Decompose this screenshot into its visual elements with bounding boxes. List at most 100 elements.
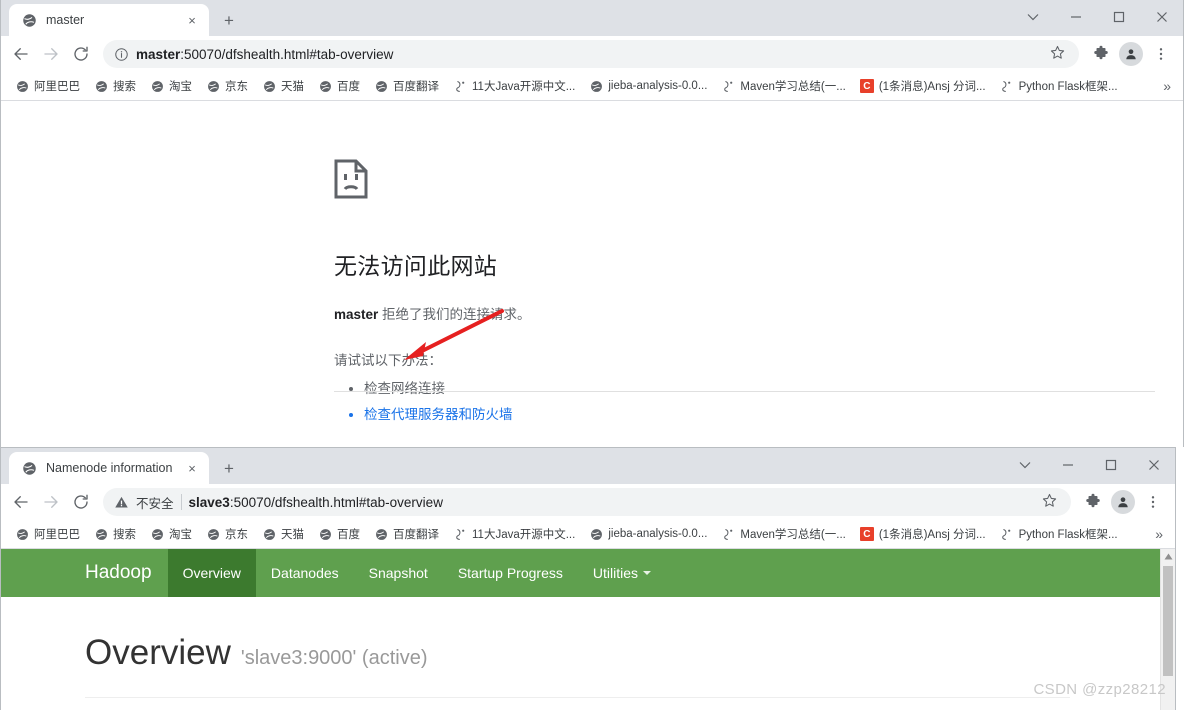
error-subtitle-rest: 拒绝了我们的连接请求。 — [378, 307, 531, 322]
bookmark-label: 京东 — [225, 529, 248, 541]
bookmark-item[interactable]: 百度 — [312, 523, 366, 545]
window1-address-bar[interactable]: master:50070/dfshealth.html#tab-overview — [103, 40, 1079, 68]
bookmark-label: 搜索 — [113, 81, 136, 93]
close-icon[interactable]: × — [183, 459, 201, 477]
overview-content: Overview 'slave3:9000' (active) — [1, 599, 1160, 710]
url-host: master — [136, 46, 181, 62]
window1-bookmarks-bar: 阿里巴巴 搜索 淘宝 京东 天猫 百度 百度翻译 11大Java开源中文... … — [1, 72, 1183, 101]
bookmark-item[interactable]: Maven学习总结(一... — [715, 75, 851, 97]
reload-icon[interactable] — [67, 40, 95, 68]
info-circle-icon[interactable] — [113, 46, 129, 62]
browser-window-master: master × + master:50070/dfshealth.html#t… — [0, 0, 1184, 447]
close-icon[interactable]: × — [183, 11, 201, 29]
reload-icon[interactable] — [67, 488, 95, 516]
error-title: 无法访问此网站 — [334, 253, 498, 279]
bookmark-item[interactable]: 百度 — [312, 75, 366, 97]
url-rest: :50070/dfshealth.html#tab-overview — [229, 494, 443, 510]
bookmark-item[interactable]: 天猫 — [256, 75, 310, 97]
new-tab-button[interactable]: + — [215, 454, 243, 482]
bookmark-label: 搜索 — [113, 529, 136, 541]
nav-label: Datanodes — [270, 565, 339, 581]
forward-arrow-icon[interactable] — [37, 40, 65, 68]
bookmark-item[interactable]: 淘宝 — [144, 523, 198, 545]
scrollbar-thumb[interactable] — [1163, 566, 1173, 676]
scroll-up-arrow-icon[interactable] — [1161, 549, 1175, 564]
window2-address-bar[interactable]: 不安全 slave3:50070/dfshealth.html#tab-over… — [103, 488, 1071, 516]
nav-item-startup-progress[interactable]: Startup Progress — [443, 549, 578, 597]
bookmark-item[interactable]: 淘宝 — [144, 75, 198, 97]
maximize-icon[interactable] — [1097, 0, 1140, 34]
nav-item-overview[interactable]: Overview — [167, 549, 256, 597]
bookmark-item[interactable]: 京东 — [200, 75, 254, 97]
puzzle-icon[interactable] — [1087, 40, 1115, 68]
window2-tab-namenode[interactable]: Namenode information × — [9, 452, 209, 484]
bookmark-item[interactable]: C (1条消息)Ansj 分词... — [854, 75, 992, 97]
bookmark-item[interactable]: 阿里巴巴 — [9, 75, 86, 97]
window1-titlebar[interactable]: master × + — [1, 0, 1183, 36]
bookmark-label: 百度翻译 — [393, 529, 439, 541]
error-page: 无法访问此网站 master 拒绝了我们的连接请求。 请试试以下办法： 检查网络… — [334, 159, 854, 447]
window1-page-content: 无法访问此网站 master 拒绝了我们的连接请求。 请试试以下办法： 检查网络… — [1, 101, 1183, 447]
three-dot-menu-icon[interactable] — [1147, 40, 1175, 68]
globe-icon — [262, 79, 276, 93]
bookmarks-overflow-button[interactable]: » — [1149, 524, 1169, 544]
three-dot-menu-icon[interactable] — [1139, 488, 1167, 516]
window2-titlebar[interactable]: Namenode information × + — [1, 448, 1175, 484]
close-icon[interactable] — [1140, 0, 1183, 34]
bookmark-item[interactable]: jieba-analysis-0.0... — [583, 76, 713, 96]
warning-triangle-icon[interactable] — [113, 494, 129, 510]
bookmark-label: 淘宝 — [169, 529, 192, 541]
window1-controls — [1011, 0, 1183, 34]
puzzle-icon[interactable] — [1079, 488, 1107, 516]
star-icon[interactable] — [1049, 44, 1067, 64]
page-title: Overview 'slave3:9000' (active) — [85, 633, 1160, 673]
globe-icon — [374, 527, 388, 541]
security-label: 不安全 — [136, 496, 174, 511]
bookmark-label: 京东 — [225, 81, 248, 93]
profile-avatar-icon[interactable] — [1117, 40, 1145, 68]
url-host: slave3 — [188, 494, 230, 510]
maximize-icon[interactable] — [1089, 448, 1132, 482]
new-tab-button[interactable]: + — [215, 6, 243, 34]
bookmark-item[interactable]: Python Flask框架... — [994, 523, 1124, 545]
globe-icon — [15, 527, 29, 541]
bookmark-item[interactable]: 天猫 — [256, 523, 310, 545]
nav-label: Overview — [182, 565, 241, 581]
nav-item-datanodes[interactable]: Datanodes — [256, 549, 354, 597]
nav-item-utilities[interactable]: Utilities — [578, 549, 666, 597]
omnibox-separator — [180, 494, 182, 510]
profile-avatar-icon[interactable] — [1109, 488, 1137, 516]
bookmark-doc-icon — [721, 527, 735, 541]
chevron-down-icon[interactable] — [1011, 0, 1054, 34]
back-arrow-icon[interactable] — [7, 40, 35, 68]
bookmark-item[interactable]: 百度翻译 — [368, 523, 445, 545]
bookmark-item[interactable]: 搜索 — [88, 75, 142, 97]
bookmark-item[interactable]: 11大Java开源中文... — [447, 523, 581, 545]
bookmark-item[interactable]: 百度翻译 — [368, 75, 445, 97]
bookmark-item[interactable]: jieba-analysis-0.0... — [583, 524, 713, 544]
bookmark-item[interactable]: 搜索 — [88, 523, 142, 545]
hadoop-brand[interactable]: Hadoop — [85, 549, 168, 597]
csdn-watermark: CSDN @zzp28212 — [1033, 681, 1166, 698]
back-arrow-icon[interactable] — [7, 488, 35, 516]
minimize-icon[interactable] — [1046, 448, 1089, 482]
window1-url-text: master:50070/dfshealth.html#tab-overview — [136, 47, 1042, 62]
bookmark-item[interactable]: 京东 — [200, 523, 254, 545]
bookmark-item[interactable]: Maven学习总结(一... — [715, 523, 851, 545]
hadoop-navbar: Hadoop Overview Datanodes Snapshot Start… — [1, 549, 1160, 597]
chevron-down-icon[interactable] — [1003, 448, 1046, 482]
browser-window-namenode: Namenode information × + 不安全 slave3:5007… — [0, 447, 1176, 710]
bookmark-item[interactable]: 11大Java开源中文... — [447, 75, 581, 97]
star-icon[interactable] — [1041, 492, 1059, 512]
bookmark-item[interactable]: Python Flask框架... — [994, 75, 1124, 97]
window1-tab-master[interactable]: master × — [9, 4, 209, 36]
close-icon[interactable] — [1132, 448, 1175, 482]
bookmark-item[interactable]: 阿里巴巴 — [9, 523, 86, 545]
bookmarks-overflow-button[interactable]: » — [1157, 76, 1177, 96]
minimize-icon[interactable] — [1054, 0, 1097, 34]
window2-bookmarks-bar: 阿里巴巴 搜索 淘宝 京东 天猫 百度 百度翻译 11大Java开源中文... … — [1, 520, 1175, 549]
nav-item-snapshot[interactable]: Snapshot — [354, 549, 443, 597]
list-item-link[interactable]: 检查代理服务器和防火墙 — [364, 403, 854, 423]
forward-arrow-icon[interactable] — [37, 488, 65, 516]
bookmark-item[interactable]: C (1条消息)Ansj 分词... — [854, 523, 992, 545]
